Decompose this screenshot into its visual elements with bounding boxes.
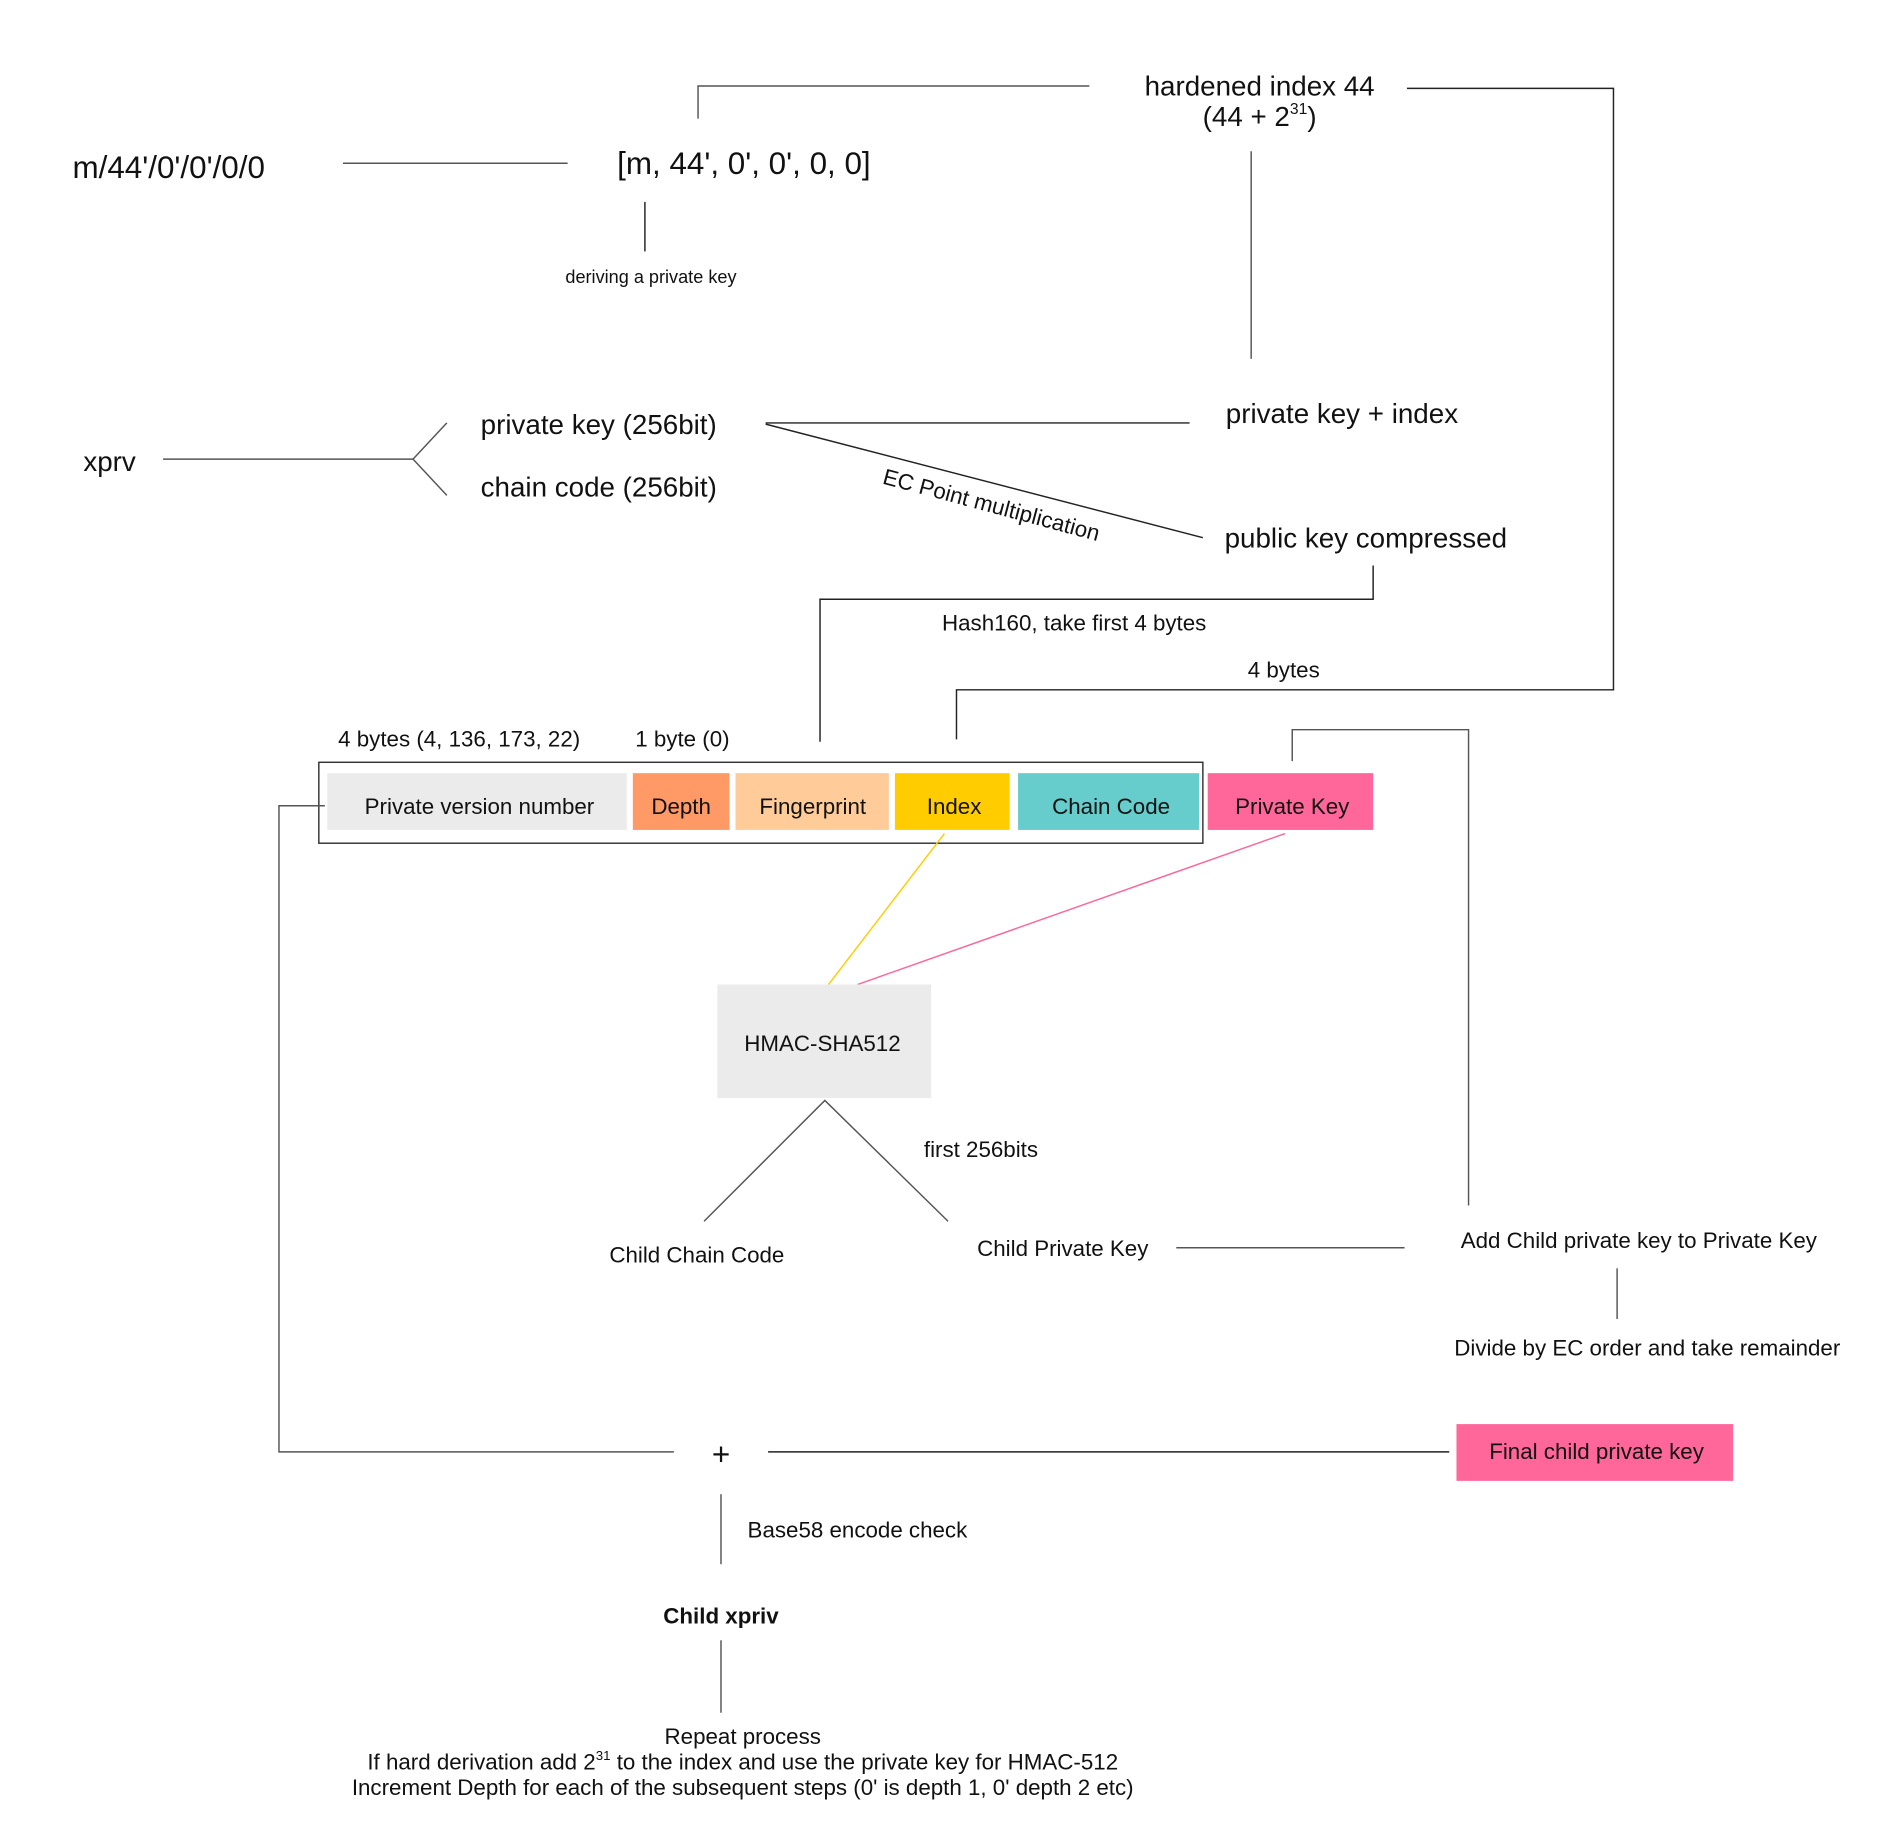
connector-array-to-hardened bbox=[697, 85, 1090, 119]
field-label: Index bbox=[927, 794, 982, 819]
base58-label: Base58 encode check bbox=[748, 1518, 969, 1543]
connector-public-key-to-fingerprint bbox=[819, 565, 1374, 742]
field-label: Private Key bbox=[1235, 794, 1350, 819]
divide-ec-order-label: Divide by EC order and take remainder bbox=[1454, 1335, 1841, 1360]
superscript-31: 31 bbox=[1290, 101, 1307, 118]
link-index-to-hmac bbox=[827, 833, 945, 985]
hash160-label: Hash160, take first 4 bytes bbox=[942, 611, 1206, 636]
hardened-index-formula: (44 + 231) bbox=[1203, 101, 1317, 132]
xprv-private-key: private key (256bit) bbox=[481, 409, 717, 440]
field-index: Index bbox=[894, 773, 1010, 830]
field-label: Depth bbox=[651, 794, 711, 819]
deriving-label: deriving a private key bbox=[565, 267, 737, 287]
final-child-private-key-node: Final child private key bbox=[1456, 1424, 1734, 1481]
add-child-key-label: Add Child private key to Private Key bbox=[1461, 1228, 1818, 1253]
depth-bytes-label: 1 byte (0) bbox=[635, 727, 729, 752]
hmac-label: HMAC-SHA512 bbox=[744, 1031, 900, 1056]
version-bytes-label: 4 bytes (4, 136, 173, 22) bbox=[338, 727, 580, 752]
repeat-process-line1: Repeat process bbox=[665, 1724, 821, 1749]
child-xpriv-label: Child xpriv bbox=[663, 1603, 779, 1628]
connector-structure-to-plus bbox=[278, 805, 674, 1453]
field-depth: Depth bbox=[632, 773, 730, 830]
child-chain-code: Child Chain Code bbox=[609, 1242, 784, 1267]
field-private-version: Private version number bbox=[327, 773, 627, 830]
first-256bits-label: first 256bits bbox=[924, 1137, 1038, 1162]
fork-hmac-output bbox=[703, 1099, 949, 1222]
path-notation: m/44'/0'/0'/0/0 bbox=[72, 150, 264, 185]
private-key-plus-index: private key + index bbox=[1226, 398, 1458, 429]
ec-point-label: EC Point multiplication bbox=[880, 464, 1102, 546]
bip32-derivation-diagram: m/44'/0'/0'/0/0 [m, 44', 0', 0', 0, 0] d… bbox=[72, 71, 1841, 1800]
fork-xprv bbox=[412, 422, 448, 496]
path-array: [m, 44', 0', 0', 0, 0] bbox=[617, 146, 871, 181]
child-private-key: Child Private Key bbox=[977, 1236, 1149, 1261]
hmac-node: HMAC-SHA512 bbox=[717, 984, 932, 1099]
field-fingerprint: Fingerprint bbox=[735, 773, 889, 830]
hardened-index-label: hardened index 44 bbox=[1145, 71, 1375, 102]
superscript-31: 31 bbox=[596, 1748, 611, 1763]
field-label: Chain Code bbox=[1052, 794, 1170, 819]
public-key-compressed: public key compressed bbox=[1225, 522, 1507, 553]
link-private-key-to-hmac bbox=[857, 832, 1286, 986]
field-label: Fingerprint bbox=[759, 794, 867, 819]
xprv-label: xprv bbox=[83, 446, 136, 477]
xprv-chain-code: chain code (256bit) bbox=[481, 472, 717, 503]
field-private-key: Private Key bbox=[1207, 773, 1374, 830]
repeat-process-line2: If hard derivation add 231 to the index … bbox=[367, 1748, 1118, 1775]
connector-ec-point-multiplication bbox=[765, 423, 1204, 539]
plus-symbol: + bbox=[712, 1437, 730, 1472]
four-bytes-label: 4 bytes bbox=[1248, 658, 1320, 683]
field-chain-code: Chain Code bbox=[1018, 773, 1200, 830]
repeat-process-line3: Increment Depth for each of the subseque… bbox=[352, 1775, 1134, 1800]
field-label: Private version number bbox=[365, 794, 595, 819]
final-child-private-key-label: Final child private key bbox=[1489, 1439, 1705, 1464]
